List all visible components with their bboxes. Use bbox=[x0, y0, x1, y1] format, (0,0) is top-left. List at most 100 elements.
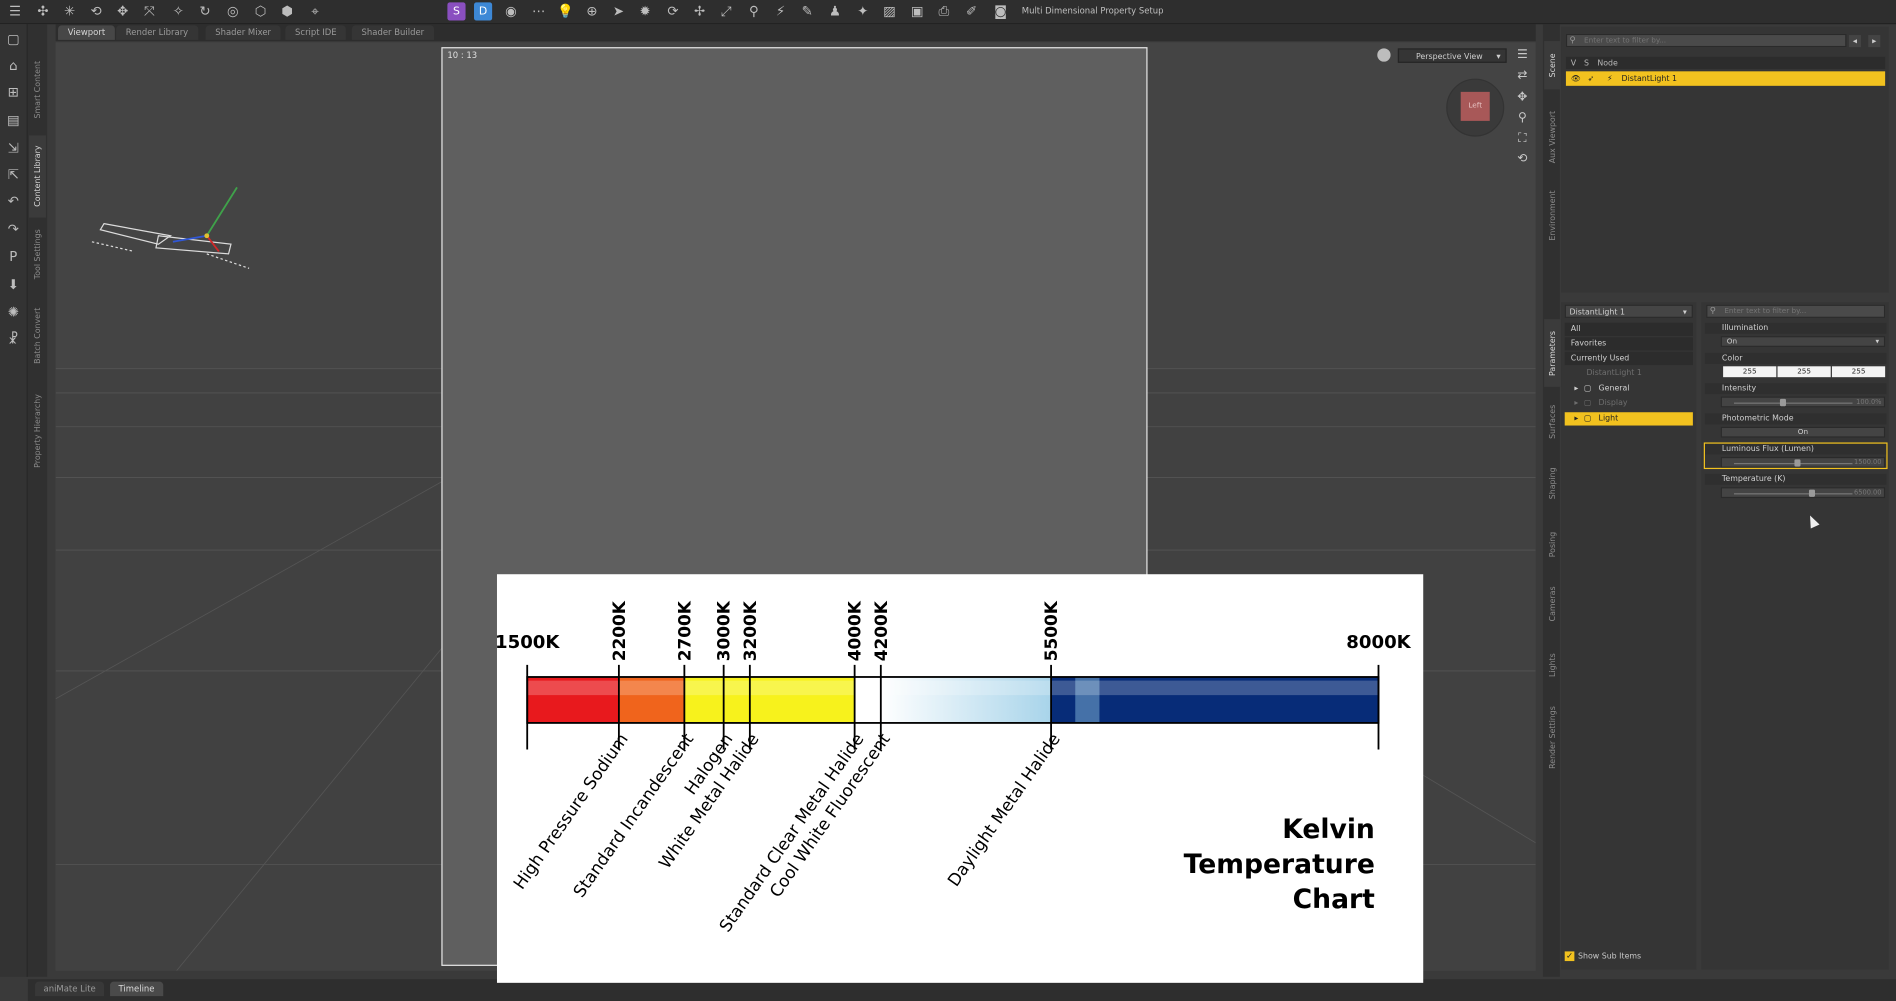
tab-surfaces[interactable]: Surfaces bbox=[1544, 392, 1561, 452]
region-tool-icon[interactable]: ⬢ bbox=[278, 2, 296, 20]
tab-tool-settings[interactable]: Tool Settings bbox=[29, 220, 46, 288]
tree-root[interactable]: DistantLight 1 bbox=[1565, 366, 1693, 379]
tab-script-ide[interactable]: Script IDE bbox=[285, 25, 347, 40]
spot-render-icon[interactable]: ⌖ bbox=[306, 2, 324, 20]
tab-shader-mixer[interactable]: Shader Mixer bbox=[205, 25, 281, 40]
select-arrow-icon[interactable]: ➶ bbox=[1588, 71, 1595, 86]
figure-pose-icon[interactable]: ☧ bbox=[5, 331, 22, 348]
scale-icon[interactable]: ⤢ bbox=[717, 2, 735, 20]
orbit-icon[interactable]: ⟲ bbox=[1515, 152, 1530, 167]
gear-icon[interactable]: ✺ bbox=[5, 305, 22, 322]
scene-filter-input[interactable] bbox=[1565, 33, 1847, 48]
draw-style-icon[interactable] bbox=[1377, 48, 1391, 62]
filter-favorites[interactable]: Favorites bbox=[1564, 337, 1693, 351]
pointer-icon[interactable]: ➤ bbox=[609, 2, 627, 20]
selectable-column[interactable]: S bbox=[1584, 57, 1589, 69]
frame-icon[interactable]: ⇄ bbox=[1515, 69, 1530, 84]
render-camera-icon[interactable]: ◙ bbox=[992, 2, 1010, 20]
import-icon[interactable]: ⇲ bbox=[5, 140, 22, 157]
drop-to-floor-icon[interactable]: ⬇ bbox=[5, 277, 22, 294]
tab-scene[interactable]: Scene bbox=[1544, 41, 1562, 90]
save-icon[interactable]: ▤ bbox=[5, 112, 22, 129]
node-column[interactable]: Node bbox=[1597, 57, 1618, 69]
tab-lights[interactable]: Lights bbox=[1544, 643, 1561, 687]
node-select[interactable]: DistantLight 1 ▾ bbox=[1564, 304, 1693, 318]
pan-icon[interactable]: ✥ bbox=[1515, 91, 1530, 106]
color-field[interactable]: 255 255 255 bbox=[1720, 366, 1886, 378]
script-icon[interactable]: ✐ bbox=[963, 2, 981, 20]
light-bulb-icon[interactable]: 💡 bbox=[556, 2, 574, 20]
zoom-icon[interactable]: ⚲ bbox=[1515, 111, 1530, 126]
open-file-icon[interactable]: ⌂ bbox=[5, 58, 22, 75]
orbit-icon[interactable]: ↻ bbox=[196, 2, 214, 20]
rotate-node-icon[interactable]: ⟲ bbox=[87, 2, 105, 20]
tab-viewport[interactable]: Viewport bbox=[58, 25, 115, 40]
tree-general[interactable]: ▸ ▢ General bbox=[1565, 382, 1693, 395]
translate-icon[interactable]: ✢ bbox=[690, 2, 708, 20]
perspective-view-select[interactable]: Perspective View ▾ bbox=[1397, 48, 1507, 63]
intensity-knob[interactable] bbox=[1779, 398, 1786, 407]
tab-shader-builder[interactable]: Shader Builder bbox=[351, 25, 434, 40]
scene-node-row[interactable]: 👁 ➶ ⚡ DistantLight 1 bbox=[1565, 71, 1886, 86]
undo-icon[interactable]: ↶ bbox=[5, 193, 22, 210]
fit-icon[interactable]: ⛶ bbox=[1515, 132, 1530, 147]
tab-render-library[interactable]: Render Library bbox=[116, 25, 198, 40]
export-icon[interactable]: ⇱ bbox=[5, 167, 22, 184]
grid-icon[interactable]: ⋯ bbox=[530, 2, 548, 20]
tree-display[interactable]: ▸ ▢ Display bbox=[1565, 397, 1693, 410]
illumination-select[interactable]: On ▾ bbox=[1720, 336, 1886, 347]
show-sub-items-toggle[interactable]: ✓ Show Sub Items bbox=[1564, 951, 1641, 962]
tab-content-library[interactable]: Content Library bbox=[29, 135, 46, 218]
view-cube[interactable]: Left bbox=[1446, 78, 1505, 137]
brush-icon[interactable]: ▨ bbox=[880, 2, 898, 20]
property-setup-label[interactable]: Multi Dimensional Property Setup bbox=[1022, 6, 1164, 16]
rotate-icon[interactable]: ⟳ bbox=[664, 2, 682, 20]
joint-tool-icon[interactable]: ✣ bbox=[34, 2, 52, 20]
tab-aux-viewport[interactable]: Aux Viewport bbox=[1544, 99, 1561, 174]
intensity-slider[interactable]: 100.0% bbox=[1720, 396, 1886, 408]
tab-batch-convert[interactable]: Batch Convert bbox=[29, 300, 46, 373]
universal-tool-icon[interactable]: ⊕ bbox=[583, 2, 601, 20]
tab-parameters[interactable]: Parameters bbox=[1544, 319, 1562, 387]
tab-render-settings[interactable]: Render Settings bbox=[1544, 696, 1561, 778]
tab-environment[interactable]: Environment bbox=[1544, 181, 1561, 249]
expand-arrow-icon[interactable]: ▸ bbox=[1574, 412, 1578, 425]
ps-plus-icon[interactable]: P bbox=[5, 249, 22, 266]
checkmark-icon[interactable]: ✓ bbox=[1564, 951, 1575, 962]
temperature-slider[interactable]: 6500.00 bbox=[1720, 487, 1886, 499]
color-red[interactable]: 255 bbox=[1723, 366, 1777, 378]
redo-icon[interactable]: ↷ bbox=[5, 221, 22, 238]
image-edit-icon[interactable]: ▣ bbox=[908, 2, 926, 20]
wand-icon[interactable]: ✦ bbox=[854, 2, 872, 20]
transform-icon[interactable]: ✹ bbox=[636, 2, 654, 20]
color-blue[interactable]: 255 bbox=[1831, 366, 1886, 378]
target-icon[interactable]: ◎ bbox=[224, 2, 242, 20]
figure-icon[interactable]: ♟ bbox=[826, 2, 844, 20]
color-green[interactable]: 255 bbox=[1777, 366, 1831, 378]
scene-next-icon[interactable]: ▸ bbox=[1868, 35, 1881, 48]
tab-timeline[interactable]: Timeline bbox=[110, 981, 163, 997]
tree-light[interactable]: ▸ ▢ Light bbox=[1564, 412, 1693, 426]
move-node-icon[interactable]: ✥ bbox=[114, 2, 132, 20]
temperature-knob[interactable] bbox=[1808, 489, 1816, 497]
surface-selection-icon[interactable]: ✎ bbox=[798, 2, 816, 20]
install-manager-icon[interactable]: D bbox=[474, 2, 493, 21]
active-pose-icon[interactable]: ⚡ bbox=[771, 2, 789, 20]
camera-add-icon[interactable]: ⎙ bbox=[935, 2, 953, 20]
view-cube-face[interactable]: Left bbox=[1460, 91, 1490, 121]
node-tool-icon[interactable]: ✳ bbox=[60, 2, 78, 20]
pose-tool-icon[interactable]: ✧ bbox=[169, 2, 187, 20]
filter-all[interactable]: All bbox=[1564, 322, 1693, 337]
merge-file-icon[interactable]: ⊞ bbox=[5, 85, 22, 102]
menu-icon[interactable]: ☰ bbox=[6, 2, 24, 20]
scene-prev-icon[interactable]: ◂ bbox=[1848, 35, 1861, 48]
new-file-icon[interactable]: ▢ bbox=[5, 31, 22, 48]
param-filter-input[interactable] bbox=[1706, 304, 1886, 318]
geometry-tool-icon[interactable]: ⬡ bbox=[252, 2, 270, 20]
tab-smart-content[interactable]: Smart Content bbox=[29, 46, 46, 133]
scale-node-icon[interactable]: ⤧ bbox=[140, 2, 158, 20]
tab-animate-lite[interactable]: aniMate Lite bbox=[35, 981, 105, 997]
eye-icon[interactable]: 👁 bbox=[1571, 71, 1581, 86]
visible-column[interactable]: V bbox=[1571, 57, 1576, 69]
photometric-toggle[interactable]: On bbox=[1720, 426, 1886, 438]
